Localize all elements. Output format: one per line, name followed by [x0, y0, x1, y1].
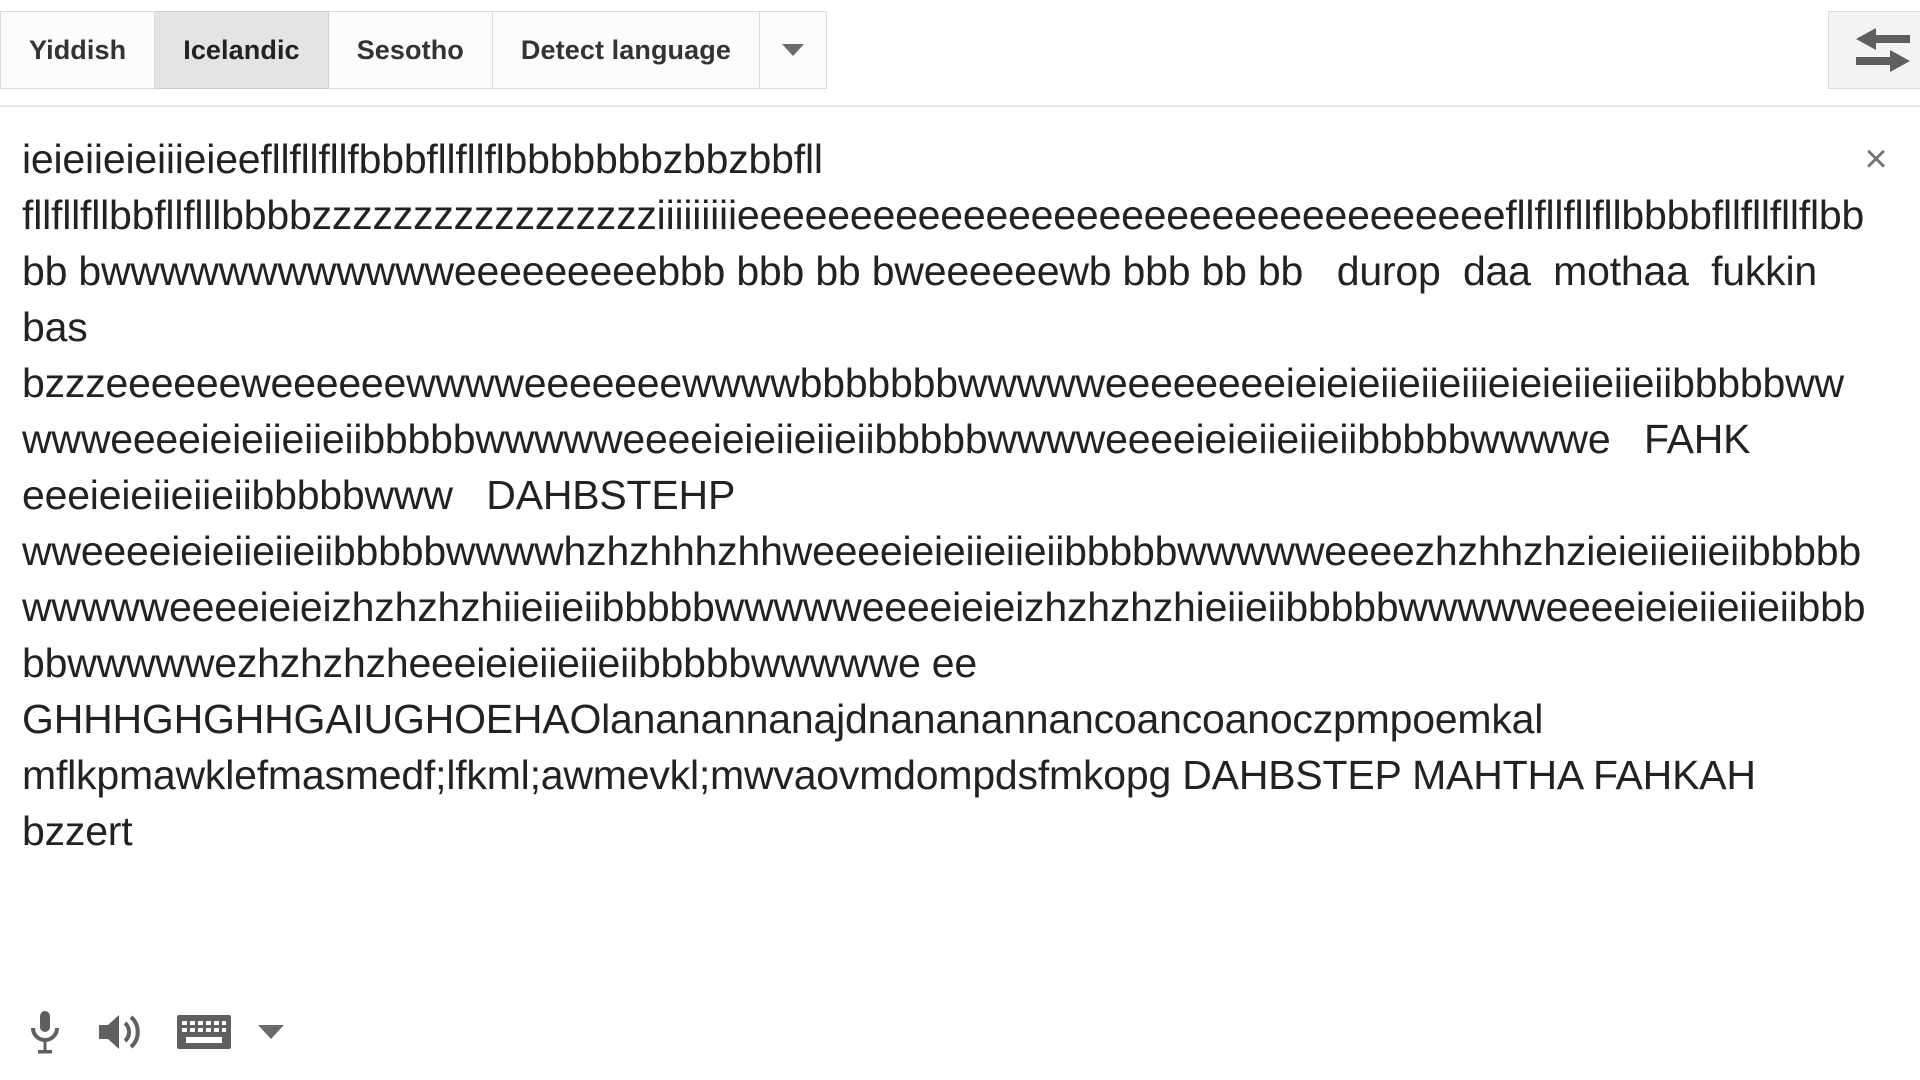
- keyboard-button[interactable]: [176, 1013, 232, 1051]
- language-tab-list: Yiddish Icelandic Sesotho Detect languag…: [0, 11, 827, 89]
- source-text-area: ieieiieieiiieieefllfllfllfbbbfllfllflbbb…: [0, 107, 1920, 987]
- language-tab-label: Sesotho: [356, 34, 464, 65]
- language-tab-yiddish[interactable]: Yiddish: [0, 11, 156, 89]
- translate-source-panel: Yiddish Icelandic Sesotho Detect languag…: [0, 0, 1920, 1080]
- keyboard-options-caret[interactable]: [258, 1025, 284, 1039]
- language-tab-label: Yiddish: [29, 34, 127, 65]
- chevron-down-icon: [781, 44, 804, 56]
- language-tab-label: Detect language: [520, 34, 731, 65]
- swap-horizontal-arrows-icon: [1856, 28, 1910, 72]
- voice-input-button[interactable]: [28, 1009, 62, 1055]
- language-tab-bar: Yiddish Icelandic Sesotho Detect languag…: [0, 0, 1920, 107]
- keyboard-icon: [177, 1015, 231, 1049]
- close-x-icon: ×: [1864, 137, 1888, 181]
- language-tab-icelandic[interactable]: Icelandic: [155, 11, 329, 89]
- language-tab-sesotho[interactable]: Sesotho: [328, 11, 493, 89]
- language-tab-label: Icelandic: [183, 34, 300, 65]
- speaker-icon: [99, 1015, 140, 1049]
- microphone-icon: [31, 1011, 59, 1054]
- source-text-input[interactable]: ieieiieieiiieieefllfllfllfbbbfllfllflbbb…: [22, 131, 1867, 859]
- language-tab-detect-language[interactable]: Detect language: [492, 11, 760, 89]
- source-toolbar: [0, 984, 1920, 1080]
- clear-text-button[interactable]: ×: [1854, 137, 1898, 181]
- listen-button[interactable]: [96, 1011, 142, 1053]
- swap-languages-button[interactable]: [1828, 11, 1920, 89]
- more-languages-dropdown[interactable]: [759, 11, 827, 89]
